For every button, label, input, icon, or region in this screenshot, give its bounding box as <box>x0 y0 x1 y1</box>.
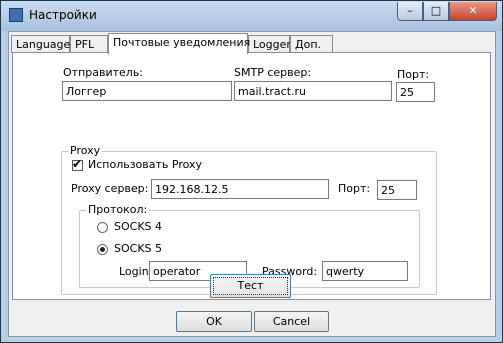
cancel-button[interactable]: Cancel <box>254 311 329 332</box>
login-label: Login: <box>119 265 153 278</box>
checkmark-icon: ✔ <box>72 157 83 171</box>
dialog-client: Language PFL Почтовые уведомления Logger… <box>8 31 496 337</box>
protocol-group-label: Протокол: <box>86 203 150 216</box>
socks4-label: SOCKS 4 <box>114 220 163 233</box>
focus-rect <box>213 277 288 295</box>
tab-extra[interactable]: Доп. <box>290 35 333 53</box>
proxy-server-input[interactable] <box>152 180 328 198</box>
sender-field[interactable] <box>62 81 232 101</box>
tab-mail-notifications[interactable]: Почтовые уведомления <box>108 33 250 54</box>
proxy-port-label: Порт: <box>338 182 371 195</box>
smtp-server-field[interactable] <box>234 81 392 101</box>
socks5-radio[interactable] <box>97 244 108 255</box>
sender-input[interactable] <box>63 82 231 100</box>
sender-label: Отправитель: <box>63 66 144 79</box>
proxy-server-label: Proxy сервер: <box>71 182 149 195</box>
proxy-group-label: Proxy <box>68 144 103 157</box>
maximize-button[interactable]: □ <box>423 2 449 21</box>
smtp-port-label: Порт: <box>397 68 430 81</box>
minimize-button[interactable]: – <box>397 2 423 21</box>
proxy-port-field[interactable] <box>377 180 417 200</box>
tab-logger[interactable]: Logger <box>248 35 291 53</box>
smtp-server-input[interactable] <box>235 82 391 100</box>
smtp-port-input[interactable] <box>397 83 434 101</box>
window-title: Настройки <box>29 8 97 22</box>
title-bar[interactable]: Настройки – □ ✕ <box>1 1 502 31</box>
socks5-label: SOCKS 5 <box>114 242 163 255</box>
tab-pfl[interactable]: PFL <box>70 35 108 53</box>
tab-language[interactable]: Language <box>11 35 70 53</box>
proxy-server-field[interactable] <box>151 179 329 199</box>
radio-selected-dot <box>100 247 105 252</box>
close-button[interactable]: ✕ <box>449 2 497 21</box>
socks4-radio[interactable] <box>97 222 108 233</box>
use-proxy-checkbox[interactable]: ✔ <box>72 157 83 171</box>
mail-notifications-panel: Отправитель: SMTP сервер: Порт: Proxy ✔ … <box>12 52 491 300</box>
test-button[interactable]: Тест <box>210 274 291 298</box>
proxy-port-input[interactable] <box>378 181 416 199</box>
ok-button[interactable]: OK <box>176 311 252 332</box>
app-icon <box>9 8 23 22</box>
use-proxy-label: Использовать Proxy <box>88 158 203 171</box>
smtp-label: SMTP сервер: <box>234 66 312 79</box>
password-input[interactable] <box>323 262 407 280</box>
password-field[interactable] <box>322 261 408 281</box>
settings-window: Настройки – □ ✕ Language PFL Почтовые ув… <box>0 0 503 343</box>
smtp-port-field[interactable] <box>396 82 435 102</box>
